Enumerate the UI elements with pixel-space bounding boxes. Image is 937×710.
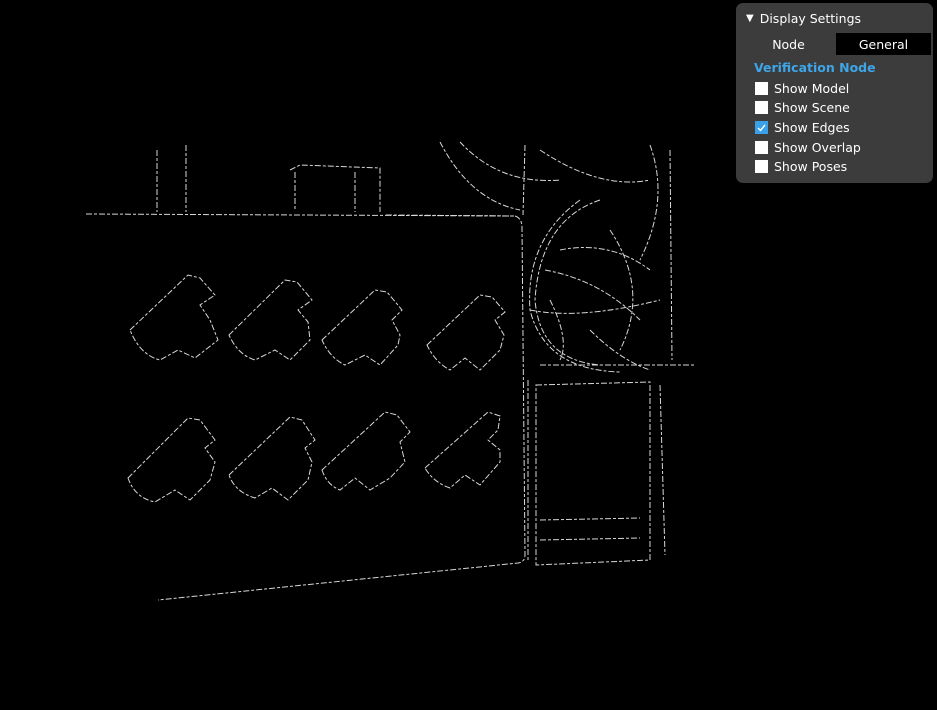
top-fixtures: [156, 145, 381, 212]
show-edges-option[interactable]: Show Edges: [755, 120, 850, 135]
show-poses-option[interactable]: Show Poses: [755, 159, 847, 174]
option-label: Show Poses: [774, 159, 848, 174]
tab-bar: Node General: [741, 33, 932, 55]
option-label: Show Scene: [774, 100, 850, 115]
show-overlap-checkbox[interactable]: [755, 141, 768, 154]
triangle-down-icon: ▼: [746, 12, 754, 24]
display-settings-header[interactable]: ▼ Display Settings: [746, 9, 861, 27]
panel-title: Display Settings: [759, 10, 862, 26]
show-edges-checkbox[interactable]: [755, 121, 768, 134]
option-label: Show Model: [774, 81, 850, 96]
show-scene-checkbox[interactable]: [755, 101, 768, 114]
checkmark-icon: [757, 124, 766, 132]
show-scene-option[interactable]: Show Scene: [755, 100, 850, 115]
tab-node[interactable]: Node: [741, 33, 836, 55]
cable-bundle: [439, 141, 695, 373]
show-overlap-option[interactable]: Show Overlap: [755, 140, 861, 155]
option-label: Show Edges: [774, 120, 850, 135]
show-model-checkbox[interactable]: [755, 82, 768, 95]
show-poses-checkbox[interactable]: [755, 160, 768, 173]
parts-row-1: [129, 274, 506, 371]
tray-outline: [85, 213, 526, 601]
show-model-option[interactable]: Show Model: [755, 81, 849, 96]
section-title: Verification Node: [754, 60, 876, 75]
parts-row-2: [127, 411, 501, 503]
right-tray: [527, 380, 666, 566]
option-label: Show Overlap: [774, 140, 861, 155]
tab-general[interactable]: General: [836, 33, 931, 55]
display-settings-panel: ▼ Display Settings Node General Verifica…: [736, 3, 933, 183]
